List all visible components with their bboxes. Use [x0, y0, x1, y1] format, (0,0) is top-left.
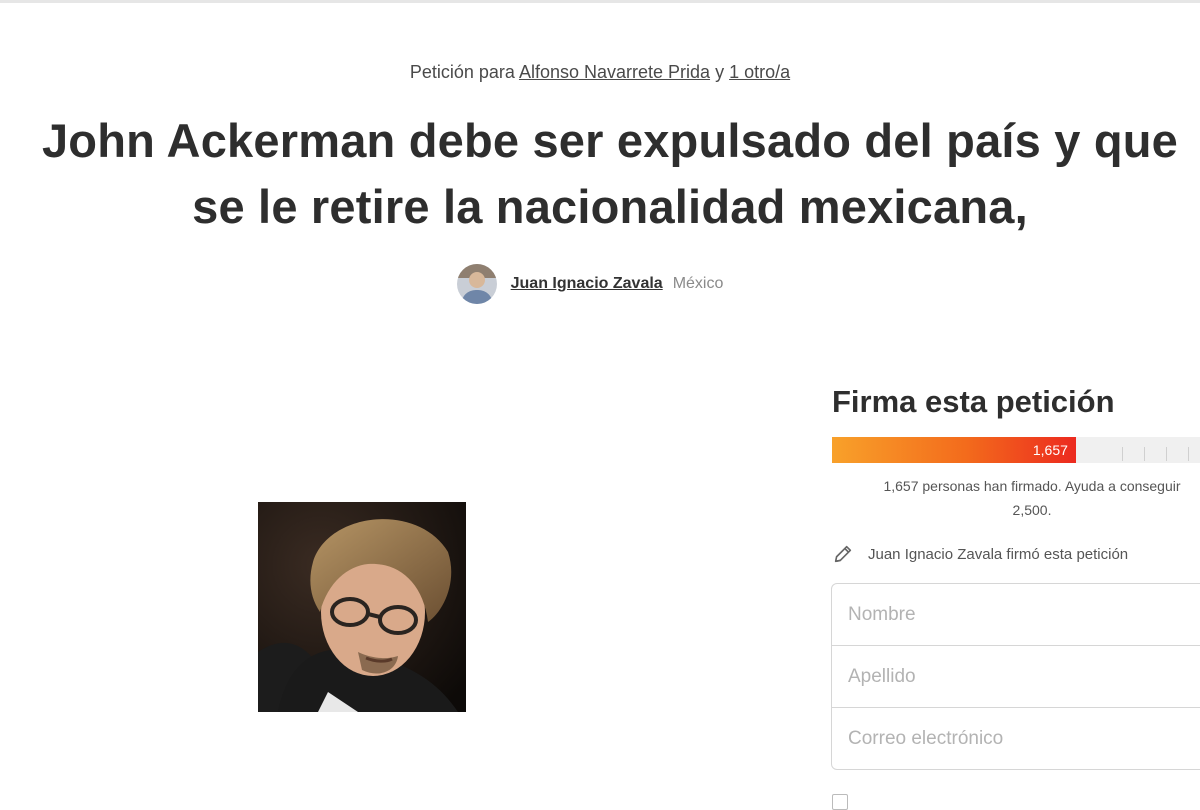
first-name-input[interactable]	[831, 583, 1200, 646]
petition-prefix: Petición para	[409, 62, 515, 82]
author-name-link[interactable]: Juan Ignacio Zavala	[511, 275, 663, 293]
signature-count-label: 1,657	[1032, 442, 1068, 458]
signature-form	[831, 583, 1200, 770]
top-divider	[0, 0, 1200, 3]
progress-tick	[1188, 447, 1189, 461]
progress-tick	[1166, 447, 1167, 461]
recent-signer: Juan Ignacio Zavala firmó esta petición	[832, 543, 1128, 565]
petition-photo	[258, 502, 466, 712]
email-input[interactable]	[831, 707, 1200, 770]
others-link[interactable]: 1 otro/a	[729, 62, 790, 82]
signature-summary-line-1: 1,657 personas han firmado. Ayuda a cons…	[883, 478, 1181, 494]
author-byline: Juan Ignacio Zavala México	[0, 264, 1200, 304]
recent-signer-text: Juan Ignacio Zavala firmó esta petición	[868, 545, 1129, 563]
author-avatar[interactable]	[456, 264, 497, 304]
petition-title-line-1: John Ackerman debe ser expulsado del paí…	[41, 114, 1179, 167]
petition-title: John Ackerman debe ser expulsado del paí…	[0, 108, 1200, 240]
signature-summary-line-2: 2,500.	[1012, 502, 1052, 518]
signature-summary: 1,657 personas han firmado. Ayuda a cons…	[832, 474, 1200, 522]
progress-tick	[1122, 447, 1123, 461]
progress-tick	[1144, 447, 1145, 461]
consent-checkbox-row[interactable]	[832, 794, 848, 810]
conjunction: y	[715, 62, 725, 82]
signature-progress-fill: 1,657	[832, 437, 1076, 463]
author-country: México	[672, 275, 724, 292]
consent-checkbox[interactable]	[832, 794, 848, 810]
petition-recipients: Petición para Alfonso Navarrete Prida y …	[0, 62, 1200, 83]
signature-progress-bar: 1,657	[832, 437, 1200, 463]
target-link[interactable]: Alfonso Navarrete Prida	[519, 62, 710, 82]
sign-panel-title: Firma esta petición	[832, 384, 1115, 419]
pencil-icon	[834, 545, 852, 563]
last-name-input[interactable]	[831, 645, 1200, 708]
petition-title-line-2: se le retire la nacionalidad mexicana,	[192, 180, 1028, 233]
